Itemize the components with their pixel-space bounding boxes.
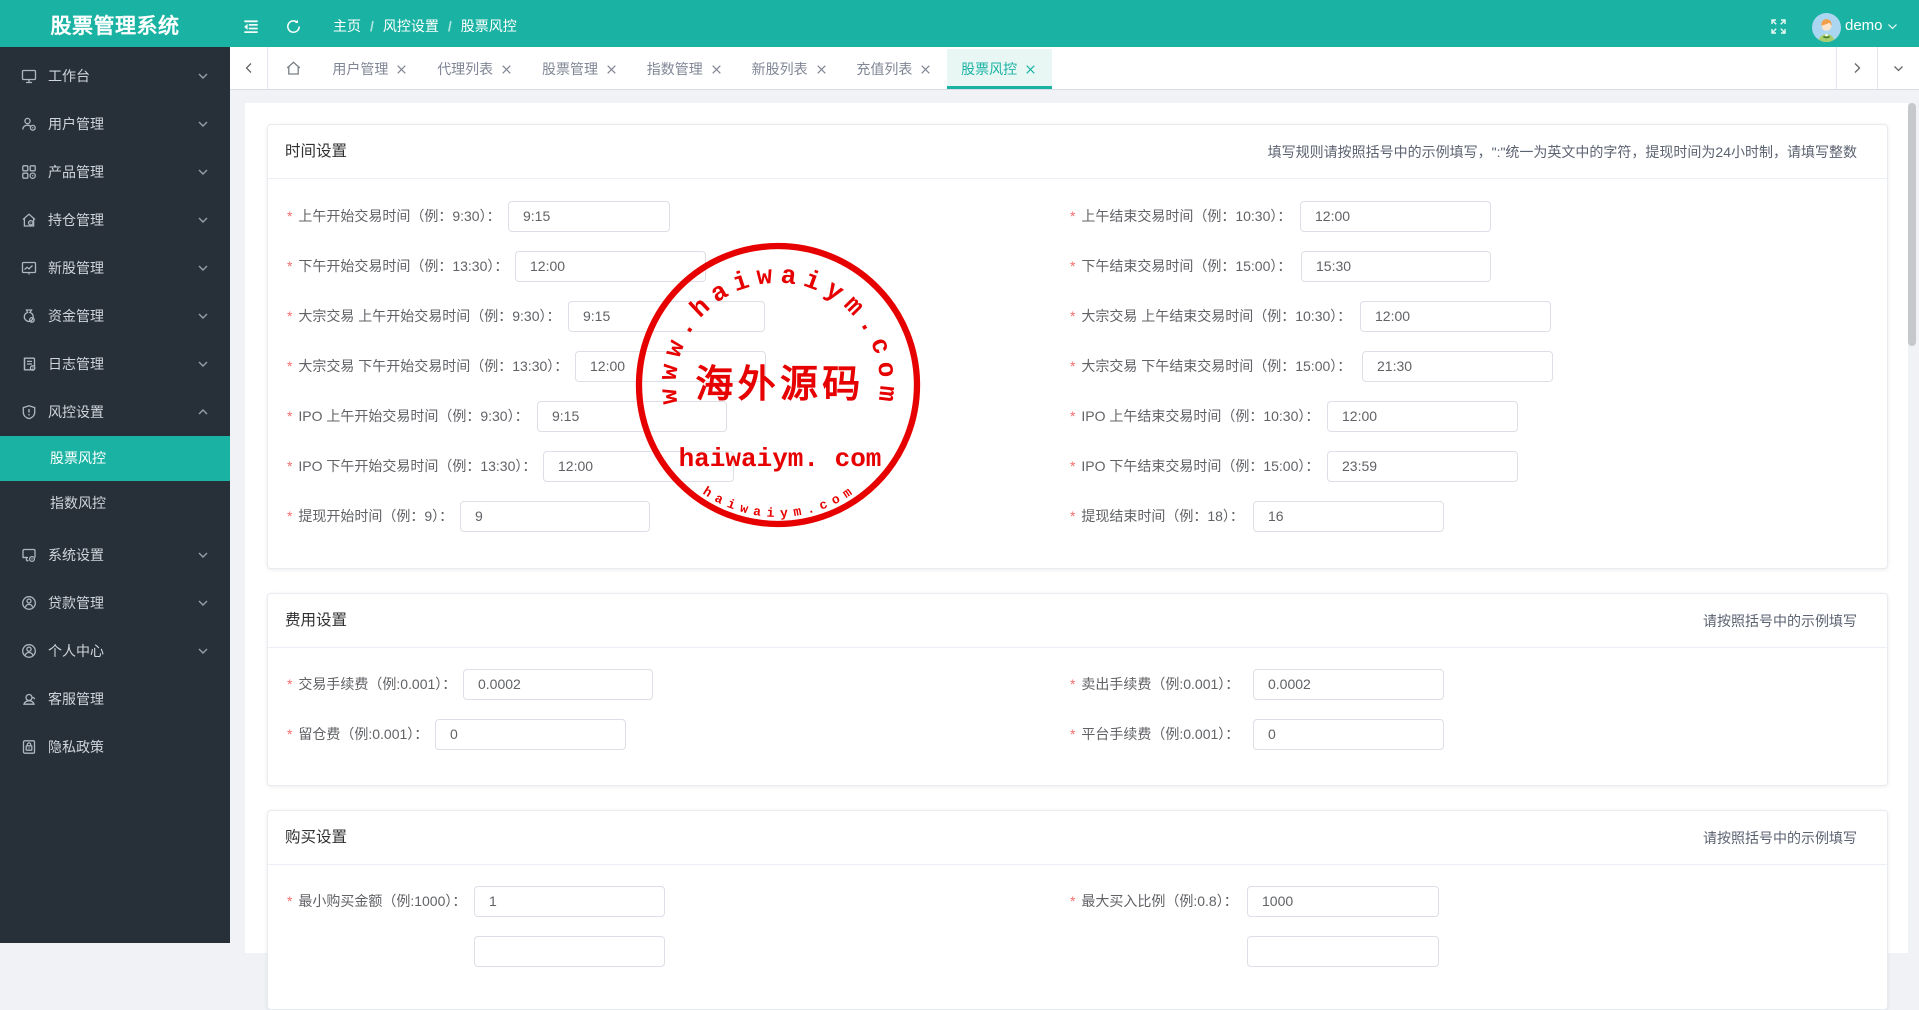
svg-text:haiwaiym. com: haiwaiym. com: [679, 444, 882, 474]
svg-text:海外源码: 海外源码: [695, 364, 864, 406]
